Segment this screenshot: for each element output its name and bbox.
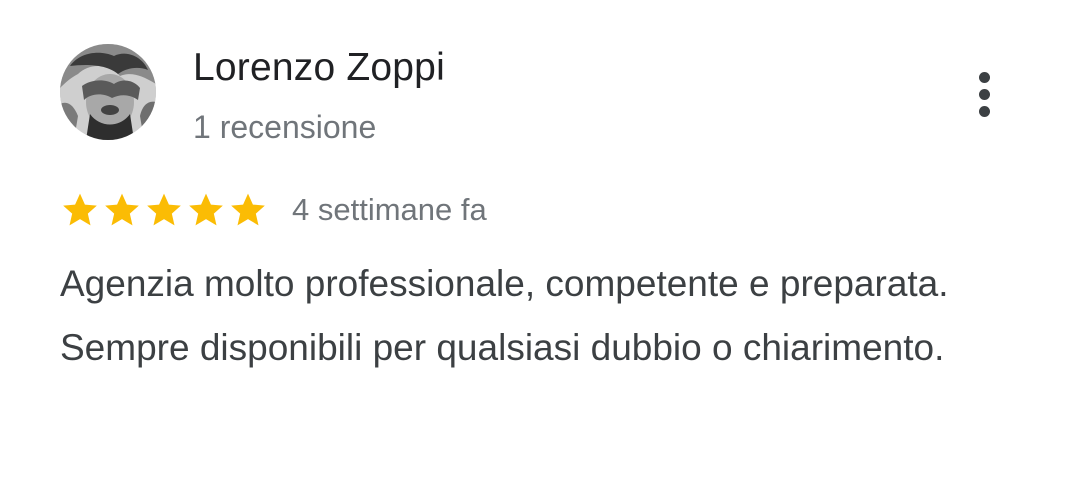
star-icon [147, 193, 181, 226]
review-text: Agenzia molto professionale, competente … [60, 263, 949, 368]
star-icon [189, 193, 223, 226]
review-date: 4 settimane fa [292, 192, 487, 227]
reviewer-name[interactable]: Lorenzo Zoppi [193, 44, 445, 92]
more-dot [979, 72, 990, 83]
reviewer-avatar[interactable] [60, 44, 156, 140]
rating-row: 4 settimane fa [60, 188, 487, 232]
reviewer-review-count: 1 recensione [193, 109, 377, 145]
star-rating [60, 190, 268, 230]
star-icon [231, 193, 265, 226]
more-vert-icon[interactable] [964, 68, 1006, 122]
more-dot [979, 106, 990, 117]
review-card: Lorenzo Zoppi 1 recensione 4 settimane f… [0, 0, 1065, 483]
more-dot [979, 89, 990, 100]
star-icon [105, 193, 139, 226]
star-icon [63, 193, 97, 226]
avatar-photo [60, 44, 156, 140]
